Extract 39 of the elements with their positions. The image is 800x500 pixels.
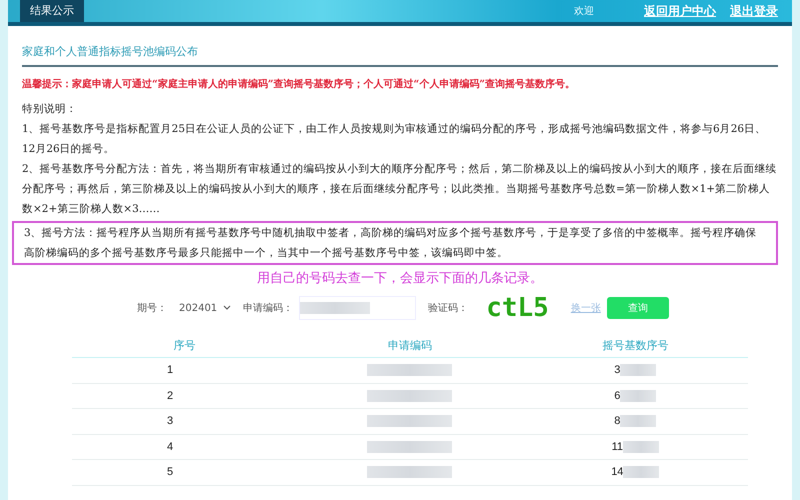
captcha-text: ctL5: [486, 293, 549, 323]
table-cell-text: 5: [166, 466, 174, 478]
field-label: 期号：: [137, 302, 167, 315]
redacted-text: [620, 364, 656, 376]
header-tab[interactable]: 结果公示: [20, 0, 84, 22]
input-field[interactable]: [299, 296, 416, 320]
period-select[interactable]: 202401: [173, 300, 238, 316]
table-cell-text: 2: [166, 390, 174, 402]
chevron-icon: [223, 305, 232, 311]
header-link[interactable]: 返回用户中心: [644, 2, 716, 20]
rule-paragraph: 1、摇号基数序号是指标配置月25日在公证人员的公证下，由工作人员按规则为审核通过的编码分配的序号，形成摇号池编码数据文件，将参与6月26日、12月26日的摇号。: [22, 122, 768, 157]
header-link[interactable]: 退出登录: [730, 2, 778, 20]
table-cell: 6: [614, 390, 620, 402]
table-cell: 11: [612, 440, 624, 453]
section-heading: 特别说明：: [22, 102, 78, 117]
table-cell: 3: [614, 364, 620, 376]
redacted-text: [300, 302, 370, 314]
table-cell-text: 3: [166, 415, 174, 428]
redacted-text: [623, 440, 660, 453]
rule-paragraph: 2、摇号基数序号分配方法：首先，将当期所有审核通过的编码按从小到大的顺序分配序号；然后，第二阶梯及以上的编码按从小到大的顺序，接在后面继续分配序号；再然后，第三阶梯及以上的编码按从小到大的顺序，接在后面继续分配序号；以此类推。当期摇号基数序号总数=第一阶梯人数×1+第二阶梯人数×2+第三阶梯人数×3……: [22, 162, 778, 217]
welcome-text: 欢迎: [574, 4, 594, 18]
annotation-text: 用自己的号码去查一下，会显示下面的几条记录。: [256, 270, 544, 287]
field-label: 验证码：: [428, 302, 468, 315]
notice-text: 温馨提示：家庭申请人可通过“家庭主申请人的申请编码”查询摇号基数序号；个人可通过“个人申请编码”查询摇号基数序号。: [22, 77, 576, 91]
redacted-text: [623, 466, 660, 478]
refresh-link[interactable]: 换一张: [570, 301, 601, 315]
table-cell: 8: [614, 415, 620, 428]
column-header: 摇号基数序号: [601, 338, 670, 352]
table-cell-text: 1: [166, 364, 174, 376]
column-header: 申请编码: [386, 338, 433, 352]
column-header: 序号: [172, 338, 197, 352]
redacted-text: [620, 415, 656, 428]
redacted-text: [620, 390, 656, 402]
query-button[interactable]: 查询: [606, 297, 669, 319]
field-label: 申请编码：: [243, 302, 294, 315]
table-cell-text: 4: [166, 440, 174, 453]
page-title: 家庭和个人普通指标摇号池编码公布: [22, 44, 778, 67]
rule-paragraph: 3、摇号方法：摇号程序从当期所有摇号基数序号中随机抽取中签者，高阶梯的编码对应多个摇号基数序号，于是享受了多倍的中签概率。摇号程序确保高阶梯编码的多个摇号基数序号最多只能摇中一个，当其中一个摇号基数序号中签，该编码即中签。: [12, 221, 778, 265]
table-cell: 14: [611, 466, 624, 478]
